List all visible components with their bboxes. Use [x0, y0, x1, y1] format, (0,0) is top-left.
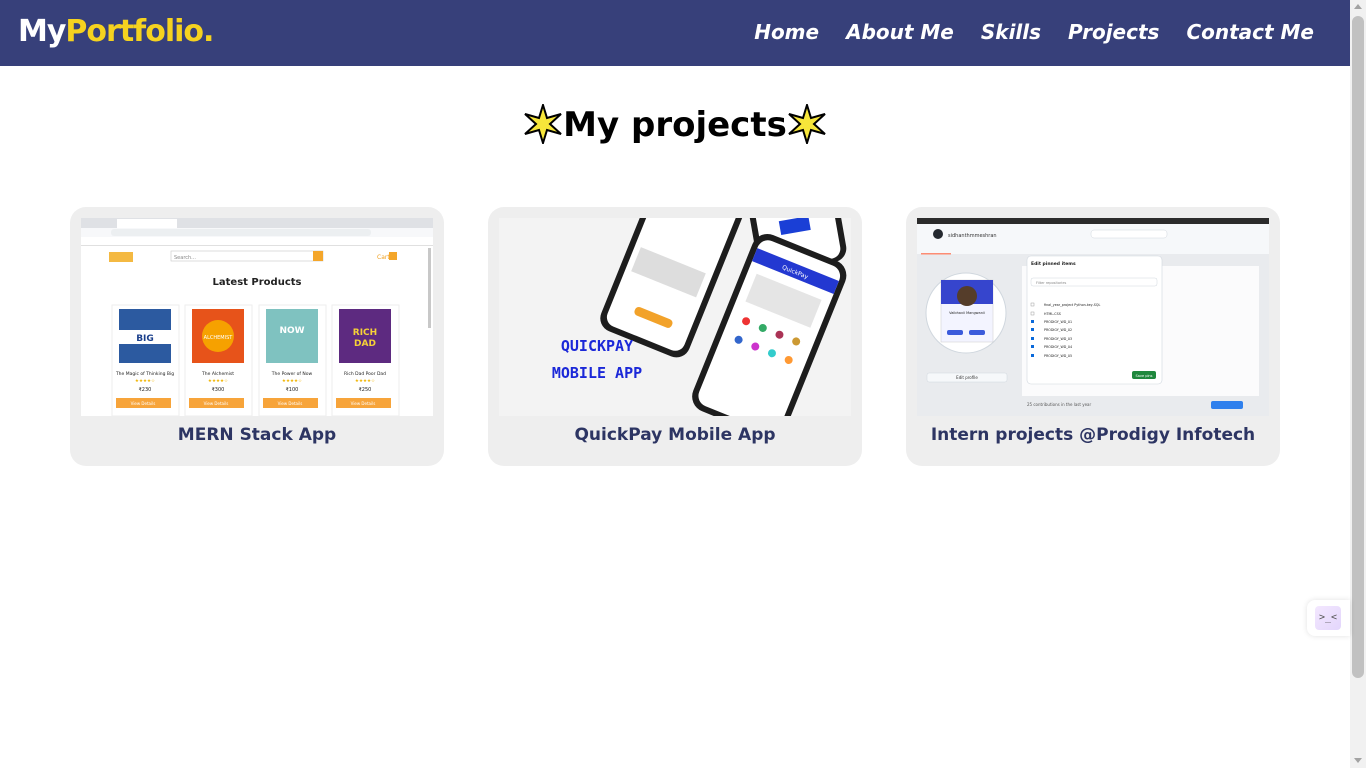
- intern-repo-item: PRODIGY_WD_01: [1044, 320, 1072, 324]
- star-icon: [524, 104, 562, 144]
- quickpay-banner-line1: QUICKPAY: [561, 337, 633, 355]
- intern-edit-profile-button: Edit profile: [956, 375, 978, 380]
- mern-view-details-label: View Details: [278, 401, 303, 406]
- logo-part-my: My: [18, 14, 66, 49]
- mern-cart-label: Cart: [377, 254, 390, 261]
- nav-link-contact[interactable]: Contact Me: [1186, 20, 1314, 44]
- intern-username: sidhanthmmeshran: [948, 233, 997, 239]
- project-title-intern[interactable]: Intern projects @Prodigy Infotech: [906, 425, 1280, 445]
- project-thumbnail-quickpay[interactable]: QuickPay QUICKPAY MOBILE APP: [499, 218, 851, 416]
- intern-repo-item: PRODIGY_WD_05: [1044, 354, 1072, 358]
- project-thumbnail-intern[interactable]: sidhanthmmeshran Vaibhavii Mangwanii Edi…: [917, 218, 1269, 416]
- mern-view-details-label: View Details: [351, 401, 376, 406]
- project-card-mern[interactable]: Search... Cart Latest Products BIG The M…: [70, 207, 444, 466]
- project-card-intern[interactable]: sidhanthmmeshran Vaibhavii Mangwanii Edi…: [906, 207, 1280, 466]
- page-heading: My projects: [0, 104, 1350, 145]
- mern-product-2: ALCHEMIST The Alchemist ★★★★☆ ₹300 View …: [184, 304, 253, 416]
- mern-product-price: ₹250: [359, 387, 372, 393]
- page-title: My projects: [563, 105, 787, 145]
- svg-text:BIG: BIG: [136, 334, 154, 344]
- intern-profile-name: Vaibhavii Mangwanii: [949, 311, 985, 315]
- star-icon: [788, 104, 826, 144]
- mern-view-details-label: View Details: [204, 401, 229, 406]
- svg-text:NOW: NOW: [279, 326, 304, 336]
- svg-text:ALCHEMIST: ALCHEMIST: [204, 335, 234, 341]
- svg-text:★★★★☆: ★★★★☆: [355, 378, 375, 384]
- project-title-quickpay[interactable]: QuickPay Mobile App: [488, 425, 862, 445]
- intern-contributions: 25 contributions in the last year: [1027, 402, 1091, 407]
- svg-text:★★★★☆: ★★★★☆: [208, 378, 228, 384]
- mern-product-name: The Power of Now: [271, 371, 313, 377]
- mern-view-details-label: View Details: [131, 401, 156, 406]
- svg-text:RICH: RICH: [353, 328, 377, 338]
- mern-product-name: The Alchemist: [201, 371, 234, 377]
- intern-repo-item: PRODIGY_WD_03: [1044, 337, 1072, 341]
- project-thumbnail-mern[interactable]: Search... Cart Latest Products BIG The M…: [81, 218, 433, 416]
- nav-links: Home About Me Skills Projects Contact Me: [754, 20, 1314, 44]
- floating-widget[interactable]: >_<: [1307, 600, 1350, 636]
- mern-search-placeholder: Search...: [174, 255, 196, 261]
- scroll-up-arrow-icon[interactable]: [1354, 4, 1362, 9]
- quickpay-preview-image: QuickPay QUICKPAY MOBILE APP: [499, 218, 851, 416]
- svg-text:★★★★☆: ★★★★☆: [282, 378, 302, 384]
- intern-repo-item: PRODIGY_WD_02: [1044, 328, 1072, 332]
- intern-dialog-search: Filter repositories: [1036, 281, 1067, 285]
- mern-preview-image: Search... Cart Latest Products BIG The M…: [81, 218, 433, 416]
- scroll-down-arrow-icon[interactable]: [1354, 758, 1362, 763]
- mern-product-price: ₹300: [212, 387, 225, 393]
- svg-text:★★★★☆: ★★★★☆: [135, 378, 155, 384]
- nav-link-skills[interactable]: Skills: [981, 20, 1041, 44]
- intern-save-button: Save pins: [1136, 374, 1153, 378]
- mern-section-title: Latest Products: [213, 277, 302, 288]
- intern-repo-item: HTML-CSS: [1044, 312, 1061, 316]
- quickpay-banner-line2: MOBILE APP: [552, 364, 642, 382]
- project-title-mern[interactable]: MERN Stack App: [70, 425, 444, 445]
- project-card-quickpay[interactable]: QuickPay QUICKPAY MOBILE APP QuickPay Mo…: [488, 207, 862, 466]
- intern-dialog-title: Edit pinned items: [1031, 261, 1076, 267]
- logo-part-portfolio: Portfolio.: [65, 14, 214, 49]
- scrollbar-thumb[interactable]: [1352, 16, 1364, 678]
- nav-link-home[interactable]: Home: [754, 20, 819, 44]
- mern-product-price: ₹100: [286, 387, 299, 393]
- nav-link-about[interactable]: About Me: [846, 20, 954, 44]
- svg-text:DAD: DAD: [354, 339, 376, 349]
- mern-product-1: BIG The Magic of Thinking Big ★★★★☆ ₹230…: [111, 304, 180, 416]
- mern-product-name: Rich Dad Poor Dad: [344, 371, 386, 377]
- mern-product-name: The Magic of Thinking Big: [115, 371, 174, 377]
- site-logo[interactable]: MyPortfolio.: [18, 14, 214, 49]
- chat-widget-icon[interactable]: >_<: [1315, 606, 1341, 630]
- intern-repo-item: final_year_project Python-key-SQL: [1044, 303, 1100, 307]
- mern-product-4: RICH DAD Rich Dad Poor Dad ★★★★☆ ₹250 Vi…: [331, 304, 400, 416]
- intern-preview-image: sidhanthmmeshran Vaibhavii Mangwanii Edi…: [917, 218, 1269, 416]
- nav-link-projects[interactable]: Projects: [1068, 20, 1159, 44]
- intern-repo-item: PRODIGY_WD_04: [1044, 345, 1072, 349]
- navbar: MyPortfolio. Home About Me Skills Projec…: [0, 0, 1350, 66]
- mern-product-3: NOW The Power of Now ★★★★☆ ₹100 View Det…: [258, 304, 327, 416]
- mern-product-price: ₹230: [139, 387, 152, 393]
